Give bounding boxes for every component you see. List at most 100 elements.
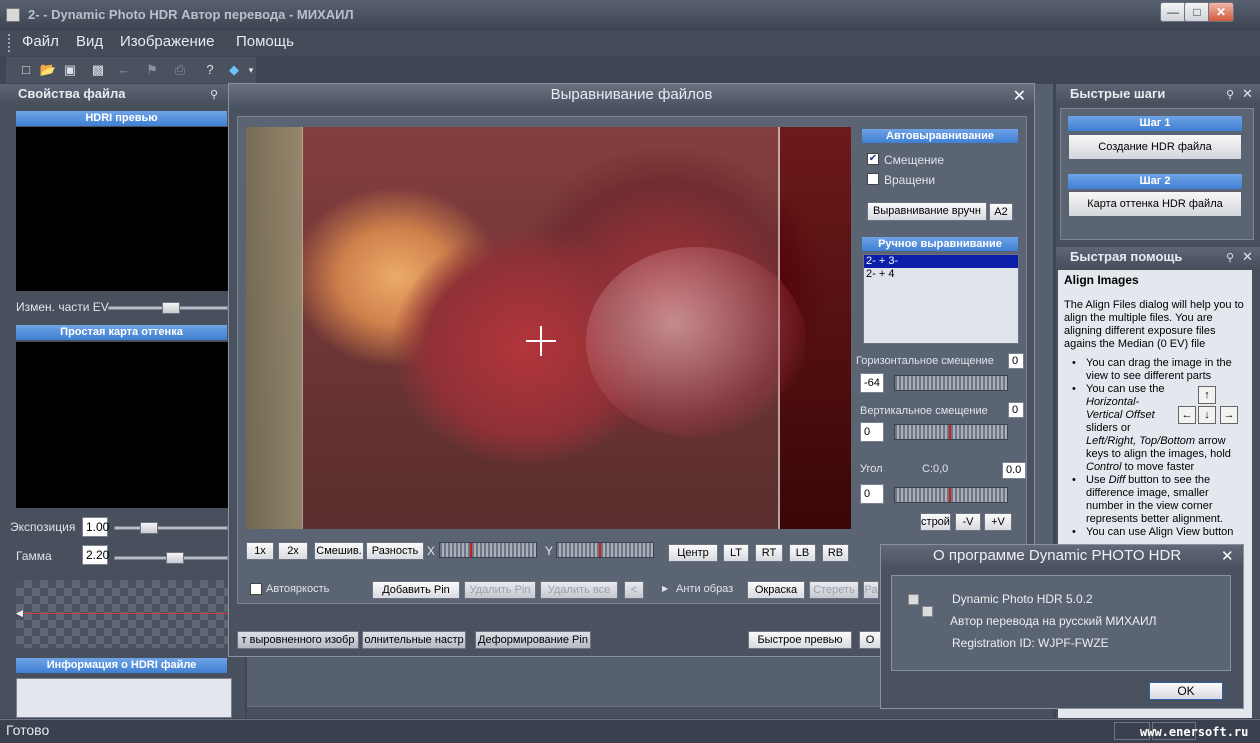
rb-button[interactable]: RB: [822, 544, 849, 562]
menu-file[interactable]: Файл: [22, 33, 59, 50]
plus-v-button[interactable]: +V: [984, 513, 1012, 531]
quick-preview-button[interactable]: Быстрое превью: [748, 631, 852, 649]
list-item[interactable]: 2- + 3-: [864, 255, 1018, 268]
close-window-button[interactable]: ✕: [1208, 2, 1234, 22]
v-offset-field[interactable]: 0: [860, 422, 884, 442]
app-icon[interactable]: [6, 8, 20, 22]
x-scroll-slider[interactable]: [439, 542, 537, 558]
lt-button[interactable]: LT: [723, 544, 749, 562]
tonemap-hdr-button[interactable]: Карта оттенка HDR файла: [1068, 191, 1242, 217]
adjust-button[interactable]: строй: [920, 513, 951, 531]
mix-button[interactable]: Смешив.: [314, 542, 364, 560]
save-icon[interactable]: ▣: [60, 60, 80, 80]
about-ok-button[interactable]: OK: [1149, 682, 1223, 700]
close-icon[interactable]: ✕: [1242, 249, 1253, 265]
about-registration: Registration ID: WJPF-FWZE: [952, 636, 1109, 650]
zoom-2x-button[interactable]: 2x: [278, 542, 308, 560]
v-offset-slider[interactable]: [894, 424, 1008, 440]
arrow-up-icon: ↑: [1198, 386, 1216, 404]
help-bullet-1: You can drag the image in the view to se…: [1086, 357, 1232, 382]
hdri-preview-band: HDRI превью: [16, 111, 227, 126]
center-button[interactable]: Центр: [668, 544, 718, 562]
tab-pin-deform[interactable]: Деформирование Pin: [475, 631, 591, 649]
add-pin-button[interactable]: Добавить Pin: [372, 581, 460, 599]
tab-aligned-images[interactable]: т выровненного изобр: [237, 631, 359, 649]
list-item[interactable]: 2- + 4: [864, 268, 1018, 281]
about-dialog-title: О программе Dynamic PHOTO HDR: [881, 545, 1243, 567]
delete-pin-button[interactable]: Удалить Pin: [464, 581, 536, 599]
tab-extra-settings[interactable]: олнительные настр: [362, 631, 466, 649]
help-bullets: • You can drag the image in the view to …: [1064, 357, 1246, 539]
app-icon: [908, 594, 919, 605]
offset-checkbox[interactable]: ✔: [867, 153, 879, 165]
h-offset-reset-button[interactable]: 0: [1008, 353, 1024, 369]
pin-icon[interactable]: ⚲: [1226, 251, 1234, 264]
anti-image-arrow-icon: ▶: [662, 584, 669, 593]
pair-listbox[interactable]: 2- + 3- 2- + 4: [863, 254, 1019, 344]
angle-slider[interactable]: [894, 487, 1008, 503]
new-file-icon[interactable]: □: [16, 60, 36, 80]
pin-icon[interactable]: ⚲: [1226, 88, 1234, 101]
toolbar-overflow-icon[interactable]: ▾: [246, 60, 256, 80]
image-view[interactable]: [246, 127, 851, 529]
a2-button[interactable]: A2: [989, 203, 1013, 221]
close-icon[interactable]: ✕: [1242, 86, 1253, 102]
ev-slider-thumb[interactable]: [162, 302, 180, 314]
rt-button[interactable]: RT: [755, 544, 783, 562]
file-properties-panel: Свойства файла ⚲ HDRI превью Измен. част…: [0, 84, 245, 718]
window-titlebar: 2- - Dynamic Photo HDR Автор перевода - …: [0, 0, 1260, 30]
histogram-marker-icon[interactable]: ◀: [16, 608, 23, 619]
minus-v-button[interactable]: -V: [955, 513, 981, 531]
open-folder-icon[interactable]: 📂: [38, 60, 58, 80]
book-icon[interactable]: ◆: [224, 60, 244, 80]
close-icon[interactable]: ✕: [1221, 547, 1234, 565]
rotation-checkbox[interactable]: [867, 173, 879, 185]
menu-image[interactable]: Изображение: [120, 33, 215, 50]
y-scroll-marker: [599, 543, 601, 557]
gamma-slider-thumb[interactable]: [166, 552, 184, 564]
exposure-field[interactable]: 1.00: [82, 517, 109, 537]
create-hdr-button[interactable]: Создание HDR файла: [1068, 134, 1242, 160]
delete-all-button[interactable]: Удалить все: [540, 581, 618, 599]
paint-button[interactable]: Окраска: [747, 581, 805, 599]
h-offset-slider[interactable]: [894, 375, 1008, 391]
zoom-1x-button[interactable]: 1x: [246, 542, 274, 560]
undo-icon[interactable]: ←: [114, 60, 134, 80]
ok-button-partial[interactable]: О: [859, 631, 881, 649]
auto-align-band: Автовыравнивание: [862, 129, 1018, 143]
exposure-slider-track[interactable]: [114, 526, 228, 530]
manual-align-button[interactable]: Выравнивание вручн: [867, 202, 987, 221]
save-as-icon[interactable]: ▩: [88, 60, 108, 80]
pin-back-button[interactable]: <: [624, 581, 644, 599]
erase-button[interactable]: Стереть: [809, 581, 859, 599]
minimize-button[interactable]: —: [1160, 2, 1186, 22]
bullet-4-wrap: • You can use Align View button: [1072, 526, 1246, 539]
angle-center-readout: C:0,0: [922, 463, 949, 475]
close-icon[interactable]: ✕: [1013, 86, 1026, 106]
arrow-down-icon: ↓: [1198, 406, 1216, 424]
print-icon[interactable]: ⎙: [170, 60, 190, 80]
flag-icon[interactable]: ⚑: [142, 60, 162, 80]
angle-field[interactable]: 0: [860, 484, 884, 504]
autobright-label: Автояркость: [266, 583, 330, 595]
pin-icon[interactable]: ⚲: [210, 88, 218, 101]
rotation-label: Вращени: [884, 173, 936, 187]
status-text: Готово: [6, 722, 50, 738]
h-offset-field[interactable]: -64: [860, 373, 884, 393]
ra-button[interactable]: Ра: [863, 581, 879, 599]
diff-button[interactable]: Разность: [366, 542, 424, 560]
help-icon[interactable]: ?: [200, 60, 220, 80]
autobright-checkbox[interactable]: [250, 583, 262, 595]
menu-help[interactable]: Помощь: [236, 33, 294, 50]
lb-button[interactable]: LB: [789, 544, 816, 562]
maximize-button[interactable]: □: [1184, 2, 1210, 22]
hdri-info-area: [16, 678, 232, 718]
manual-align-band: Ручное выравнивание: [862, 237, 1018, 251]
overlay-rose: [586, 247, 806, 437]
y-scroll-slider[interactable]: [556, 542, 654, 558]
v-offset-reset-button[interactable]: 0: [1008, 402, 1024, 418]
menu-view[interactable]: Вид: [76, 33, 103, 50]
angle-reset-button[interactable]: 0.0: [1002, 462, 1026, 479]
exposure-slider-thumb[interactable]: [140, 522, 158, 534]
gamma-field[interactable]: 2.20: [82, 545, 109, 565]
